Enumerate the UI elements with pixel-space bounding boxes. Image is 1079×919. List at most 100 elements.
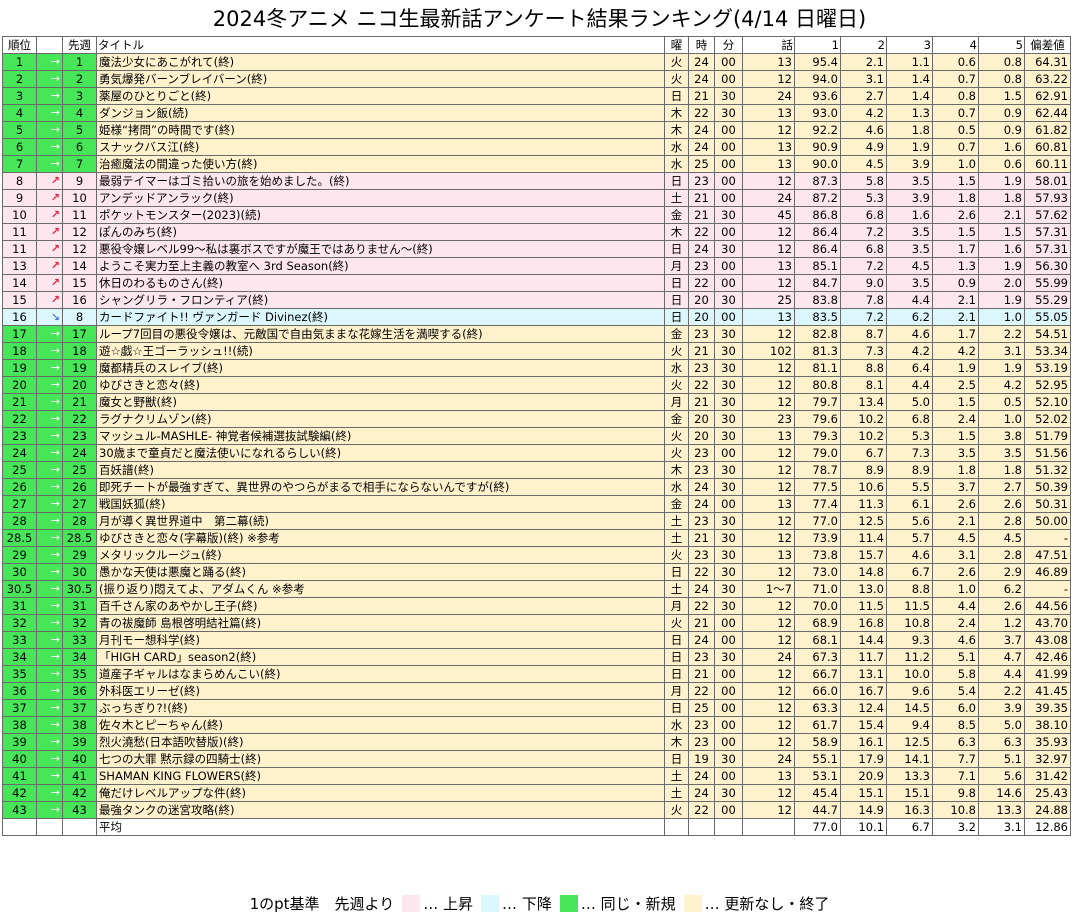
score-3-cell: 4.4 xyxy=(886,376,933,394)
score-5-cell: 4.4 xyxy=(978,665,1025,683)
day-cell: 日 xyxy=(664,291,689,309)
score-1-cell: 93.0 xyxy=(794,104,841,122)
score-3-cell: 10.0 xyxy=(886,665,933,683)
score-1-cell: 90.9 xyxy=(794,138,841,156)
rank-cell: 21 xyxy=(2,393,37,411)
score-4-cell: 1.7 xyxy=(932,325,979,343)
deviation-cell: 63.22 xyxy=(1024,70,1071,88)
score-4-cell: 2.6 xyxy=(932,495,979,513)
change-arrow-icon: → xyxy=(36,53,63,71)
header-arrow xyxy=(36,36,63,54)
header-score-3: 3 xyxy=(886,36,933,54)
prev-rank-cell: 22 xyxy=(62,410,97,428)
score-3-cell: 13.3 xyxy=(886,767,933,785)
change-arrow-icon: → xyxy=(36,699,63,717)
day-cell: 日 xyxy=(664,631,689,649)
score-1-cell: 86.8 xyxy=(794,206,841,224)
score-4-cell: 0.8 xyxy=(932,87,979,105)
score-1-cell: 66.0 xyxy=(794,682,841,700)
day-cell: 金 xyxy=(664,325,689,343)
score-4-cell: 1.5 xyxy=(932,393,979,411)
day-cell: 月 xyxy=(664,257,689,275)
anime-title: 魔都精兵のスレイブ(終) xyxy=(96,359,665,377)
prev-rank-cell: 35 xyxy=(62,665,97,683)
score-3-cell: 11.2 xyxy=(886,648,933,666)
hour-cell: 22 xyxy=(688,801,715,819)
day-cell: 日 xyxy=(664,665,689,683)
score-1-cell: 44.7 xyxy=(794,801,841,819)
rank-cell: 39 xyxy=(2,733,37,751)
score-4-cell: 6.0 xyxy=(932,699,979,717)
score-3-cell: 1.3 xyxy=(886,104,933,122)
episode-cell: 12 xyxy=(742,665,795,683)
table-row: 6 → 6 スナックバス江(終) 水 24 00 13 90.9 4.9 1.9 0.7 1.6 60.8… xyxy=(2,138,1071,156)
change-arrow-icon: ↗ xyxy=(36,240,63,258)
score-1-cell: 58.9 xyxy=(794,733,841,751)
episode-cell: 13 xyxy=(742,546,795,564)
score-5-cell: 6.3 xyxy=(978,733,1025,751)
day-cell: 日 xyxy=(664,750,689,768)
anime-title: ようこそ実力至上主義の教室へ 3rd Season(終) xyxy=(96,257,665,275)
score-2-cell: 15.1 xyxy=(840,784,887,802)
rank-cell: 26 xyxy=(2,478,37,496)
table-row: 3 → 3 薬屋のひとりごと(終) 日 21 30 24 93.6 2.7 1.4 0.8 1.5 62.… xyxy=(2,87,1071,105)
prev-rank-cell: 30 xyxy=(62,563,97,581)
rank-cell: 41 xyxy=(2,767,37,785)
deviation-cell: 50.39 xyxy=(1024,478,1071,496)
hour-cell: 21 xyxy=(688,665,715,683)
deviation-cell: 42.46 xyxy=(1024,648,1071,666)
table-row: 33 → 33 月刊モー想科学(終) 日 24 00 12 68.1 14.4 9.3 4.6 3.7 4… xyxy=(2,631,1071,649)
minute-cell: 00 xyxy=(714,223,743,241)
score-2-cell: 4.6 xyxy=(840,121,887,139)
anime-title: 烈火澆愁(日本語吹替版)(終) xyxy=(96,733,665,751)
rank-cell: 37 xyxy=(2,699,37,717)
score-3-cell: 6.2 xyxy=(886,308,933,326)
legend-none-label: … 更新なし・終了 xyxy=(704,894,830,913)
score-5-cell: 1.6 xyxy=(978,138,1025,156)
score-5-cell: 2.2 xyxy=(978,325,1025,343)
score-4-cell: 5.4 xyxy=(932,682,979,700)
score-3-cell: 9.4 xyxy=(886,716,933,734)
score-2-cell: 20.9 xyxy=(840,767,887,785)
change-arrow-icon: → xyxy=(36,665,63,683)
score-3-cell: 3.5 xyxy=(886,240,933,258)
score-5-cell: 2.9 xyxy=(978,563,1025,581)
minute-cell: 30 xyxy=(714,512,743,530)
table-row: 18 → 18 遊☆戯☆王ゴーラッシュ!!(続) 火 21 30 102 81.3 7.3 4.2 4… xyxy=(2,342,1071,360)
score-3-cell: 3.5 xyxy=(886,172,933,190)
score-1-cell: 66.7 xyxy=(794,665,841,683)
anime-title: ラグナクリムゾン(終) xyxy=(96,410,665,428)
score-2-cell: 10.2 xyxy=(840,427,887,445)
score-3-cell: 1.9 xyxy=(886,138,933,156)
episode-cell: 12 xyxy=(742,240,795,258)
change-arrow-icon: ↗ xyxy=(36,257,63,275)
episode-cell: 12 xyxy=(742,359,795,377)
day-cell: 木 xyxy=(664,223,689,241)
anime-title: SHAMAN KING FLOWERS(終) xyxy=(96,767,665,785)
anime-title: 最強タンクの迷宮攻略(終) xyxy=(96,801,665,819)
change-arrow-icon: → xyxy=(36,70,63,88)
score-3-cell: 6.1 xyxy=(886,495,933,513)
score-2-cell: 11.3 xyxy=(840,495,887,513)
table-row: 20 → 20 ゆびさきと恋々(終) 火 22 30 12 80.8 8.1 4.4 2.5 4.2 52… xyxy=(2,376,1071,394)
deviation-cell: 52.02 xyxy=(1024,410,1071,428)
score-4-cell: 3.1 xyxy=(932,546,979,564)
score-2-cell: 6.7 xyxy=(840,444,887,462)
score-3-cell: 14.5 xyxy=(886,699,933,717)
anime-title: シャングリラ・フロンティア(終) xyxy=(96,291,665,309)
score-1-cell: 83.5 xyxy=(794,308,841,326)
score-1-cell: 85.1 xyxy=(794,257,841,275)
prev-rank-cell: 33 xyxy=(62,631,97,649)
score-2-cell: 14.9 xyxy=(840,801,887,819)
change-arrow-icon: ↘ xyxy=(36,308,63,326)
score-3-cell: 6.7 xyxy=(886,563,933,581)
score-2-cell: 6.8 xyxy=(840,240,887,258)
hour-cell: 20 xyxy=(688,308,715,326)
score-2-cell: 5.3 xyxy=(840,189,887,207)
anime-title: 月刊モー想科学(終) xyxy=(96,631,665,649)
hour-cell: 24 xyxy=(688,70,715,88)
change-arrow-icon: → xyxy=(36,444,63,462)
score-3-cell: 14.1 xyxy=(886,750,933,768)
score-2-cell: 11.5 xyxy=(840,597,887,615)
score-3-cell: 1.1 xyxy=(886,53,933,71)
